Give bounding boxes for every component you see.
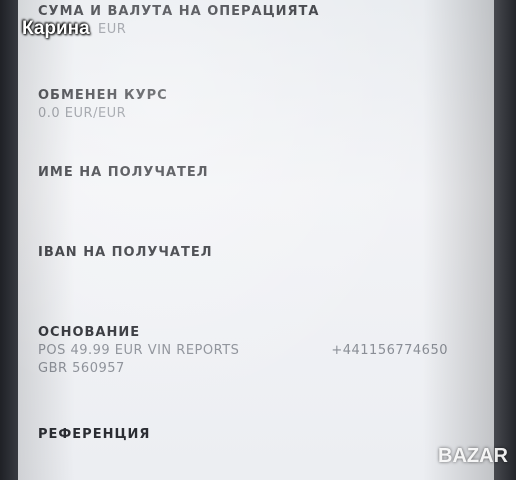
recipient-iban-label: IBAN НА ПОЛУЧАТЕЛ [38,245,213,260]
recipient-iban-field: IBAN НА ПОЛУЧАТЕЛ [38,245,478,260]
bazar-watermark: BAZAR [438,445,508,468]
exchange-rate-value: 0.0 EUR/EUR [38,106,127,121]
basis-line-1: POS 49.99 EUR VIN REPORTS +441156774650 [38,343,478,358]
exchange-rate-field: ОБМЕНЕН КУРС 0.0 EUR/EUR [38,88,478,121]
transaction-details-screen: СУМА И ВАЛУТА НА ОПЕРАЦИЯТА EUR ОБМЕНЕН … [18,0,494,480]
reference-label: РЕФЕРЕНЦИЯ [38,427,151,442]
basis-label: ОСНОВАНИЕ [38,325,141,340]
recipient-name-label: ИМЕ НА ПОЛУЧАТЕЛ [38,165,209,180]
amount-value: EUR [98,22,127,37]
watermark-username: Карина [22,18,90,39]
device-frame-left [0,0,20,480]
basis-description: POS 49.99 EUR VIN REPORTS [38,343,240,358]
device-frame-right [492,0,516,480]
amount-field: СУМА И ВАЛУТА НА ОПЕРАЦИЯТА EUR [38,4,478,37]
watermark-site-text: BAZAR [438,445,508,467]
basis-field: ОСНОВАНИЕ POS 49.99 EUR VIN REPORTS +441… [38,325,478,376]
reference-field: РЕФЕРЕНЦИЯ [38,427,478,442]
recipient-name-field: ИМЕ НА ПОЛУЧАТЕЛ [38,165,478,180]
amount-label: СУМА И ВАЛУТА НА ОПЕРАЦИЯТА [38,4,320,19]
basis-line-2: GBR 560957 [38,361,125,376]
basis-phone: +441156774650 [331,343,448,358]
exchange-rate-label: ОБМЕНЕН КУРС [38,88,168,103]
